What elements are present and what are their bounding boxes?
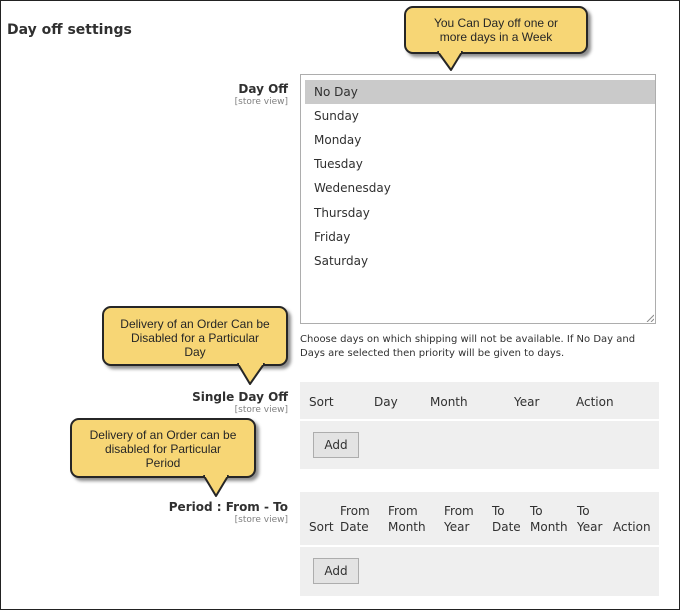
callout-week-line2: more days in a Week: [439, 30, 553, 44]
single-day-off-label-group: Single Day Off [store view]: [88, 390, 288, 415]
column-to-date-line2: Date: [492, 520, 521, 534]
day-off-multiselect[interactable]: No Day Sunday Monday Tuesday Wedenesday …: [300, 74, 656, 324]
period-grid: Sort From Date From Month From Year To D…: [300, 492, 659, 596]
column-from-year-line2: Year: [444, 520, 470, 534]
option-friday[interactable]: Friday: [305, 225, 655, 249]
callout-period: Delivery of an Order can be disabled for…: [70, 418, 256, 478]
column-to-month-line2: Month: [530, 520, 568, 534]
single-day-off-add-button[interactable]: Add: [313, 432, 359, 458]
period-label: Period : From - To: [168, 500, 288, 514]
option-wednesday[interactable]: Wedenesday: [305, 176, 655, 200]
column-day: Day: [374, 395, 398, 409]
column-month: Month: [430, 395, 468, 409]
column-to-month-line1: To: [530, 504, 543, 518]
column-from-month-line2: Month: [388, 520, 426, 534]
column-sort: Sort: [309, 520, 334, 534]
grid-divider: [300, 545, 659, 547]
callout-week-days: You Can Day off one or more days in a We…: [404, 6, 588, 54]
column-from-month-line1: From: [388, 504, 418, 518]
day-off-label-group: Day Off [store view]: [88, 82, 288, 107]
callout-single-pointer: [237, 362, 265, 385]
single-day-off-grid: Sort Day Month Year Action Add: [300, 382, 659, 469]
single-day-off-label: Single Day Off: [192, 390, 288, 404]
period-label-group: Period : From - To [store view]: [88, 500, 288, 525]
callout-single-day: Delivery of an Order Can be Disabled for…: [102, 306, 288, 366]
day-off-scope: [store view]: [234, 97, 288, 107]
column-from-date-line1: From: [340, 504, 370, 518]
callout-single-line2: Disabled for a Particular: [130, 331, 260, 345]
column-action: Action: [576, 395, 614, 409]
callout-period-line3: Period: [145, 456, 181, 470]
column-to-year-line1: To: [577, 504, 590, 518]
option-tuesday[interactable]: Tuesday: [305, 152, 655, 176]
column-to-date-line1: To: [492, 504, 505, 518]
callout-single-line3: Day: [184, 345, 206, 359]
column-year: Year: [514, 395, 540, 409]
option-no-day[interactable]: No Day: [305, 80, 655, 104]
option-sunday[interactable]: Sunday: [305, 104, 655, 128]
callout-single-line1: Delivery of an Order Can be: [120, 317, 270, 331]
day-off-label: Day Off: [238, 82, 288, 96]
section-title: Day off settings: [7, 22, 132, 38]
column-from-year-line1: From: [444, 504, 474, 518]
column-sort: Sort: [309, 395, 334, 409]
option-monday[interactable]: Monday: [305, 128, 655, 152]
callout-week-line1: You Can Day off one or: [433, 16, 559, 30]
callout-period-line1: Delivery of an Order can be: [89, 428, 237, 442]
callout-period-line2: disabled for Particular: [104, 442, 222, 456]
callout-week-pointer: [437, 50, 463, 71]
grid-divider: [300, 419, 659, 421]
day-off-note: Choose days on which shipping will not b…: [300, 334, 636, 359]
resize-handle-icon[interactable]: [646, 314, 654, 322]
period-add-button[interactable]: Add: [313, 558, 359, 584]
callout-period-pointer: [203, 474, 229, 497]
column-action: Action: [613, 520, 651, 534]
option-saturday[interactable]: Saturday: [305, 249, 655, 273]
single-day-off-scope: [store view]: [234, 405, 288, 415]
column-to-year-line2: Year: [577, 520, 603, 534]
period-scope: [store view]: [234, 515, 288, 525]
option-thursday[interactable]: Thursday: [305, 201, 655, 225]
column-from-date-line2: Date: [340, 520, 369, 534]
